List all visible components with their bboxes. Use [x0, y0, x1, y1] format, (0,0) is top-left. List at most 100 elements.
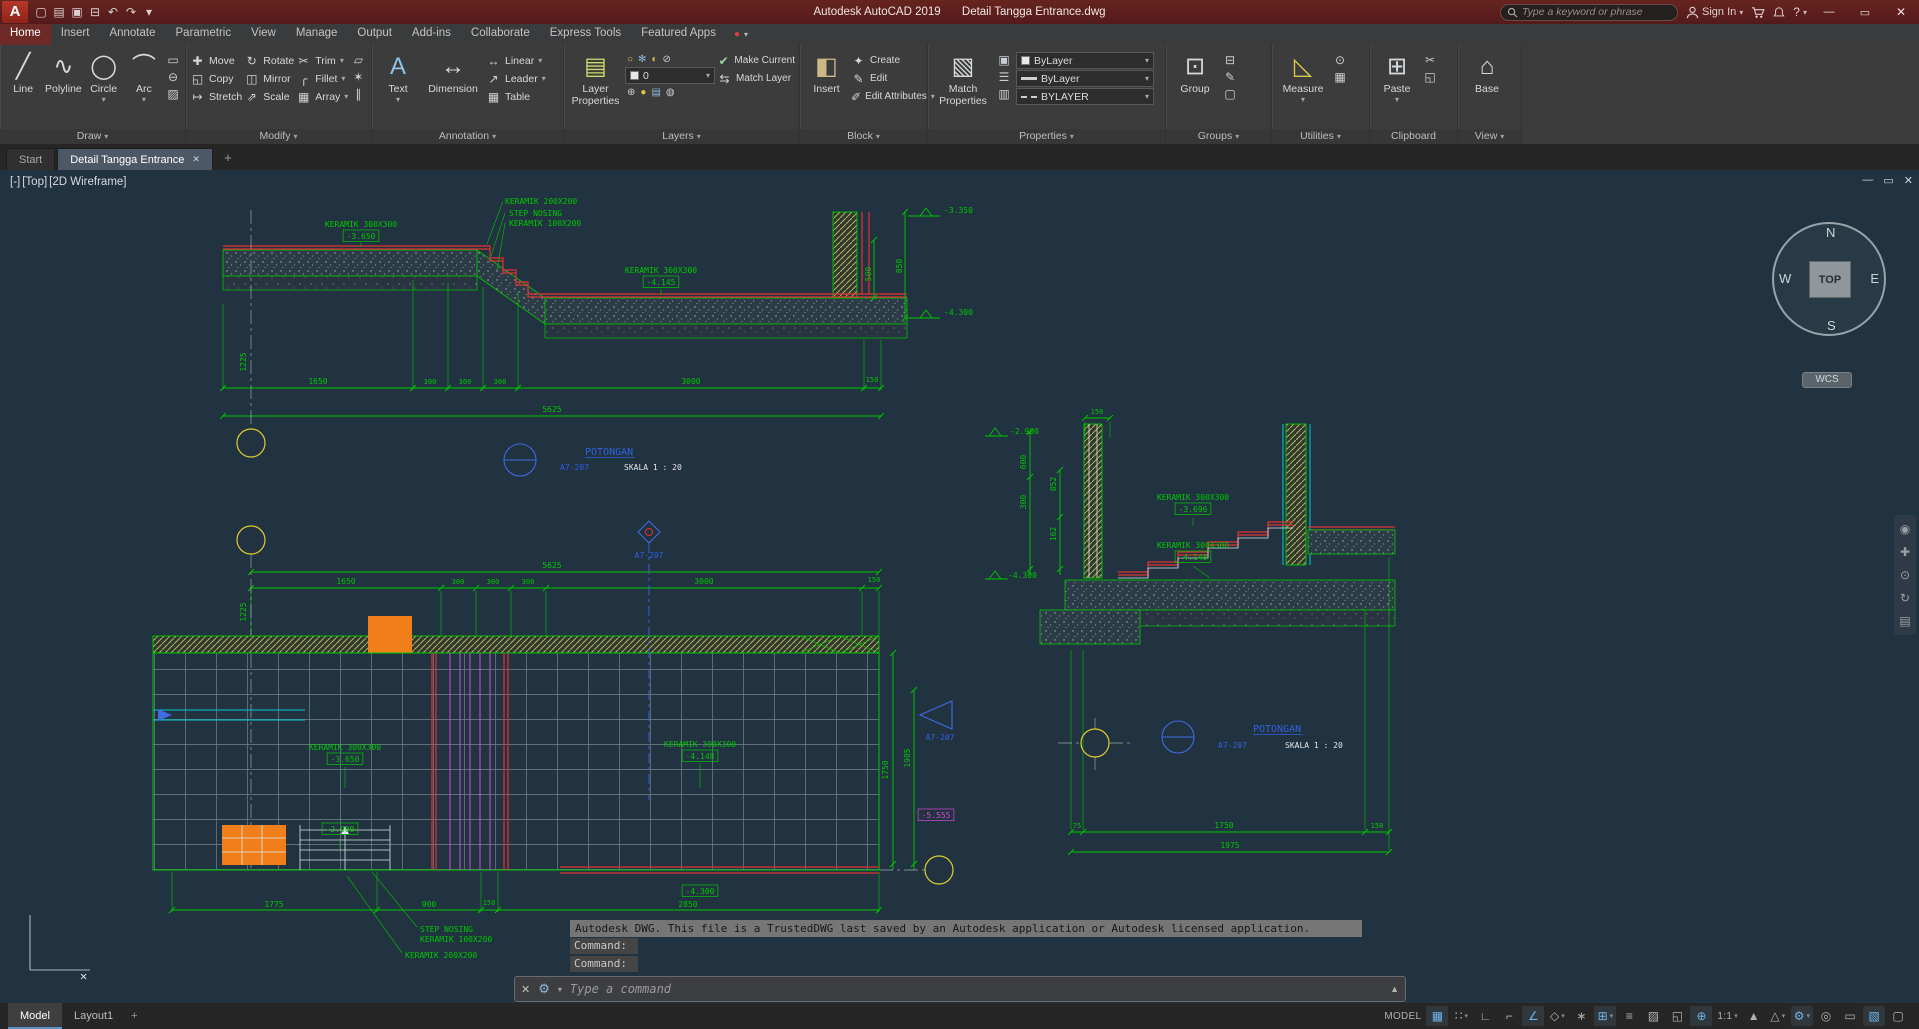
app-store-button[interactable]: [1751, 6, 1765, 19]
scale-button[interactable]: ⇗Scale: [244, 88, 294, 105]
view-cube[interactable]: TOP: [1809, 261, 1851, 298]
ribbon-tab-collaborate[interactable]: Collaborate: [461, 24, 540, 45]
object-color-icon[interactable]: ▣: [996, 53, 1012, 67]
panel-label-draw[interactable]: Draw▾: [0, 129, 185, 144]
compass-west[interactable]: W: [1779, 271, 1791, 286]
stretch-button[interactable]: ↦Stretch: [190, 88, 242, 105]
quick-calc-icon[interactable]: ▦: [1332, 70, 1348, 84]
viewport-visual-style-menu[interactable]: [2D Wireframe]: [49, 176, 126, 188]
ribbon-tab-express-tools[interactable]: Express Tools: [540, 24, 631, 45]
text-button[interactable]: A Text ▾: [376, 48, 420, 129]
linear-button[interactable]: ↔Linear▾: [486, 52, 546, 69]
wcs-badge[interactable]: WCS: [1802, 372, 1852, 388]
line-button[interactable]: ╱ Line: [4, 48, 42, 129]
layout-tab-layout1[interactable]: Layout1: [62, 1003, 125, 1029]
trim-button[interactable]: ✂Trim▾: [296, 52, 348, 69]
quick-properties-toggle[interactable]: ▭: [1839, 1006, 1861, 1026]
group-edit-icon[interactable]: ✎: [1222, 70, 1238, 84]
fillet-button[interactable]: ╭Fillet▾: [296, 70, 348, 87]
layout-tab-model[interactable]: Model: [8, 1003, 62, 1029]
grid-display-toggle[interactable]: ▦: [1426, 1006, 1448, 1026]
graphics-performance-toggle[interactable]: ▧: [1863, 1006, 1885, 1026]
ellipse-tool-icon[interactable]: ⊖: [165, 70, 181, 84]
polyline-button[interactable]: ∿ Polyline: [44, 48, 82, 129]
ortho-mode-toggle[interactable]: ⌐: [1498, 1006, 1520, 1026]
group-button[interactable]: ⊡ Group: [1170, 48, 1220, 129]
notifications-button[interactable]: [1773, 6, 1785, 19]
layer-off-icon[interactable]: ○: [627, 54, 633, 65]
file-tab-detail-tangga-entrance[interactable]: Detail Tangga Entrance✕: [57, 148, 213, 170]
qat-customize-icon[interactable]: ▾: [140, 5, 158, 19]
leader-button[interactable]: ↗Leader▾: [486, 70, 546, 87]
ribbon-tab-featured-apps[interactable]: Featured Apps: [631, 24, 726, 45]
layer-isolate-icon[interactable]: ⊘: [662, 54, 670, 65]
redo-icon[interactable]: ↷: [122, 5, 140, 19]
properties-palette-icon[interactable]: ▥: [996, 87, 1012, 101]
compass-south[interactable]: S: [1827, 318, 1836, 333]
edit-attributes-button[interactable]: ✐Edit Attributes▾: [851, 88, 923, 105]
match-properties-button[interactable]: ▧ Match Properties: [932, 48, 994, 129]
viewport-close-icon[interactable]: ✕: [1904, 174, 1913, 187]
panel-label-properties[interactable]: Properties▾: [928, 129, 1165, 144]
ribbon-tab-insert[interactable]: Insert: [51, 24, 100, 45]
base-view-button[interactable]: ⌂ Base: [1462, 48, 1512, 129]
sign-in-button[interactable]: Sign In ▾: [1686, 6, 1743, 19]
ribbon-tab-annotate[interactable]: Annotate: [99, 24, 165, 45]
ribbon-tab-view[interactable]: View: [241, 24, 286, 45]
viewport-minimize-icon[interactable]: —: [1862, 174, 1873, 187]
command-input[interactable]: [570, 982, 1382, 996]
zoom-icon[interactable]: ⊙: [1900, 568, 1910, 582]
panel-label-block[interactable]: Block▾: [800, 129, 927, 144]
minimize-button[interactable]: —: [1815, 6, 1843, 18]
add-layout-button[interactable]: +: [125, 1003, 143, 1029]
ribbon-tab-manage[interactable]: Manage: [286, 24, 348, 45]
command-customize-icon[interactable]: ⚙: [538, 981, 550, 997]
layer-dropdown[interactable]: 0 ▾: [625, 67, 715, 84]
ungroup-icon[interactable]: ⊟: [1222, 53, 1238, 67]
arc-button[interactable]: ⌒ Arc ▾: [125, 48, 163, 129]
compass-east[interactable]: E: [1870, 271, 1879, 286]
copy-clip-icon[interactable]: ◱: [1422, 70, 1438, 84]
object-snap-tracking-toggle[interactable]: ∗: [1570, 1006, 1592, 1026]
ribbon-tab-home[interactable]: Home: [0, 24, 51, 45]
maximize-button[interactable]: ▭: [1851, 6, 1879, 19]
hatch-tool-icon[interactable]: ▨: [165, 87, 181, 101]
drawing-canvas[interactable]: ✕ KERAMIK 300X300-3.650KERAMIK 200X200ST…: [0, 170, 1919, 1003]
showmotion-icon[interactable]: ▤: [1899, 614, 1910, 628]
search-input[interactable]: [1522, 6, 1671, 18]
copy-button[interactable]: ◱Copy: [190, 70, 242, 87]
array-button[interactable]: ▦Array▾: [296, 88, 348, 105]
command-line[interactable]: ✕ ⚙ ▾ ▲: [514, 976, 1406, 1002]
lineweight-dropdown[interactable]: ByLayer ▾: [1016, 70, 1154, 87]
autocad-logo-icon[interactable]: A: [2, 1, 28, 23]
viewport-controls-menu[interactable]: [-]: [10, 176, 20, 188]
panel-label-layers[interactable]: Layers▾: [564, 129, 799, 144]
panel-label-utilities[interactable]: Utilities▾: [1272, 129, 1369, 144]
object-snap-toggle[interactable]: ⊞▾: [1594, 1006, 1616, 1026]
ribbon-tab-parametric[interactable]: Parametric: [166, 24, 242, 45]
help-button[interactable]: ? ▾: [1793, 5, 1807, 19]
edit-block-button[interactable]: ✎Edit: [851, 70, 923, 87]
file-tab-start[interactable]: Start: [6, 148, 55, 170]
annotation-visibility-toggle[interactable]: ▲: [1743, 1006, 1765, 1026]
open-file-icon[interactable]: ▤: [50, 5, 68, 19]
ribbon-display-options[interactable]: ●▾: [726, 24, 756, 45]
snap-mode-toggle[interactable]: ∷▾: [1450, 1006, 1472, 1026]
group-selection-icon[interactable]: ▢: [1222, 87, 1238, 101]
offset-icon[interactable]: ∥: [350, 87, 366, 101]
panel-label-view[interactable]: View▾: [1458, 129, 1521, 144]
layer-unisolate-icon[interactable]: ⊕: [627, 87, 635, 98]
selection-cycling-toggle[interactable]: ◱: [1666, 1006, 1688, 1026]
move-button[interactable]: ✚Move: [190, 52, 242, 69]
pan-icon[interactable]: ✚: [1900, 545, 1910, 559]
explode-icon[interactable]: ✶: [350, 70, 366, 84]
panel-label-modify[interactable]: Modify▾: [186, 129, 371, 144]
panel-label-clipboard[interactable]: Clipboard: [1370, 129, 1457, 144]
annotation-autoscale-toggle[interactable]: △▾: [1767, 1006, 1789, 1026]
cut-icon[interactable]: ✂: [1422, 53, 1438, 67]
make-current-button[interactable]: ✔Make Current: [717, 52, 795, 69]
dimension-button[interactable]: ↔ Dimension: [422, 48, 484, 129]
rectangle-tool-icon[interactable]: ▭: [165, 53, 181, 67]
polar-tracking-toggle[interactable]: ∠: [1522, 1006, 1544, 1026]
insert-block-button[interactable]: ◧ Insert: [804, 48, 849, 129]
